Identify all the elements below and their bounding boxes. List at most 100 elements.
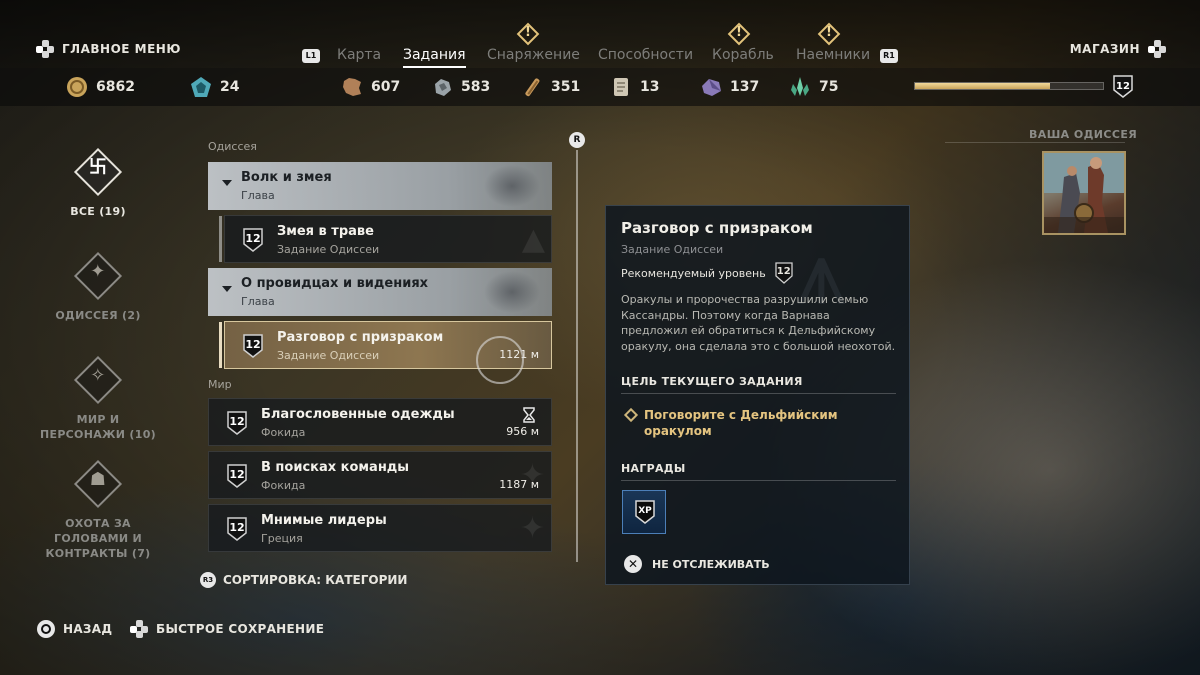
l1-bumper-icon[interactable]: L1 — [302, 49, 320, 63]
all-quests-emblem-icon: 卐 — [73, 147, 123, 197]
category-bounties[interactable]: ☗ ОХОТА ЗА ГОЛОВАМИ И КОНТРАКТЫ (7) — [40, 459, 156, 561]
quest-title: Мнимые лидеры — [261, 513, 387, 528]
chapter-art — [442, 162, 552, 210]
tab-mercenaries[interactable]: ! Наемники — [796, 22, 870, 63]
category-all-label: ВСЕ (19) — [70, 205, 126, 218]
odyssey-portrait[interactable] — [1042, 151, 1126, 235]
right-stick-icon[interactable]: R — [569, 132, 585, 148]
divider — [621, 480, 896, 481]
recommended-level: Рекомендуемый уровень 12 — [621, 262, 794, 284]
xp-label: XP — [638, 506, 652, 516]
compass-emblem-icon: ✧ — [73, 355, 123, 405]
your-odyssey-label: ВАША ОДИССЕЯ — [1029, 128, 1138, 141]
quest-detail-panel: ⩚ Разговор с призраком Задание Одиссеи Р… — [605, 205, 910, 585]
xp-shield-icon: XP — [634, 499, 656, 525]
tab-gear[interactable]: ! Снаряжение — [487, 22, 580, 63]
bounty-emblem-icon: ☗ — [73, 459, 123, 509]
wood-icon — [525, 78, 540, 97]
cursor-ring-icon — [476, 336, 524, 384]
divider — [621, 393, 896, 394]
level-shield-icon — [227, 411, 247, 435]
resource-obsidian: 137 — [700, 76, 759, 98]
level-shield-icon — [243, 228, 263, 252]
r3-button-icon: R3 — [200, 572, 216, 588]
quest-title: Змея в траве — [277, 224, 374, 239]
quest-title: В поисках команды — [261, 460, 410, 475]
section-label-odyssey: Одиссея — [208, 140, 257, 153]
level-shield-icon — [227, 517, 247, 541]
resource-wood: 351 — [521, 76, 580, 98]
quest-row[interactable]: ▲ 12 Змея в траве Задание Одиссеи — [219, 215, 552, 263]
r1-bumper-icon[interactable]: R1 — [880, 49, 898, 63]
xp-progress-bar — [914, 82, 1104, 90]
chapter-subtitle: Глава — [241, 295, 275, 308]
recommended-level-value: 12 — [776, 266, 791, 277]
divider — [945, 142, 1125, 143]
quest-title: Разговор с призраком — [277, 330, 444, 345]
xp-progress-fill — [915, 83, 1051, 89]
leather-icon — [343, 78, 361, 96]
xp-reward: XP — [622, 490, 666, 534]
resource-leather: 607 — [341, 76, 400, 98]
untrack-button[interactable]: ✕ НЕ ОТСЛЕЖИВАТЬ — [624, 555, 770, 573]
sort-button[interactable]: R3 СОРТИРОВКА: КАТЕГОРИИ — [200, 572, 407, 588]
quest-distance: 956 м — [506, 425, 539, 438]
tab-map[interactable]: Карта — [337, 47, 381, 63]
quest-title: Благословенные одежды — [261, 407, 455, 422]
resource-orichalcum: 24 — [190, 76, 239, 98]
quest-row[interactable]: ✦ 12 Мнимые лидеры Греция — [208, 504, 552, 552]
tab-abilities[interactable]: Способности — [598, 47, 693, 63]
chapter-title: О провидцах и видениях — [241, 276, 429, 291]
alert-icon: ! — [727, 22, 751, 46]
player-level-value: 12 — [1116, 81, 1130, 92]
store-button[interactable]: МАГАЗИН — [1070, 40, 1166, 58]
ancient-tablet-icon — [614, 78, 628, 96]
category-all[interactable]: 卐 ВСЕ (19) — [40, 147, 156, 219]
cross-button-icon: ✕ — [624, 555, 642, 573]
tab-quests[interactable]: Задания — [403, 47, 466, 68]
resource-bar: 6862 24 607 583 351 13 137 75 12 — [0, 68, 1200, 106]
alert-icon: ! — [817, 22, 841, 46]
chapter-row[interactable]: Волк и змея Глава — [208, 162, 552, 210]
level-shield-icon — [243, 334, 263, 358]
category-odyssey-label: ОДИССЕЯ (2) — [55, 309, 141, 322]
detail-title: Разговор с призраком — [621, 219, 813, 237]
orichalcum-icon — [191, 77, 211, 97]
level-shield-icon — [227, 464, 247, 488]
main-menu-button[interactable]: ГЛАВНОЕ МЕНЮ — [36, 40, 181, 58]
category-world[interactable]: ✧ МИР И ПЕРСОНАЖИ (10) — [40, 355, 156, 442]
drachma-coin-icon — [67, 77, 87, 97]
category-odyssey[interactable]: ✦ ОДИССЕЯ (2) — [40, 251, 156, 323]
dpad-icon — [1148, 40, 1166, 58]
chapter-row[interactable]: О провидцах и видениях Глава — [208, 268, 552, 316]
quicksave-button[interactable]: БЫСТРОЕ СОХРАНЕНИЕ — [130, 620, 324, 638]
dpad-icon — [36, 40, 54, 58]
quicksave-label: БЫСТРОЕ СОХРАНЕНИЕ — [156, 622, 325, 636]
back-label: НАЗАД — [63, 622, 113, 636]
category-world-label: МИР И ПЕРСОНАЖИ (10) — [40, 413, 156, 441]
back-button[interactable]: НАЗАД — [37, 620, 112, 638]
alert-icon: ! — [516, 22, 540, 46]
section-label-world: Мир — [208, 378, 232, 391]
resource-drachmae: 6862 — [66, 76, 135, 98]
quest-region: Фокида — [261, 479, 306, 492]
compass-watermark-icon: ✦ — [519, 511, 545, 546]
objective-diamond-icon — [623, 407, 639, 423]
scrollbar[interactable] — [576, 150, 578, 562]
chapter-subtitle: Глава — [241, 189, 275, 202]
chevron-down-icon — [222, 286, 232, 292]
hourglass-icon — [523, 407, 535, 423]
store-label: МАГАЗИН — [1069, 42, 1140, 56]
quest-region: Фокида — [261, 426, 306, 439]
dpad-icon — [130, 620, 148, 638]
quest-row[interactable]: 12 Благословенные одежды Фокида 956 м — [208, 398, 552, 446]
main-menu-label: ГЛАВНОЕ МЕНЮ — [62, 42, 181, 56]
quest-type: Задание Одиссеи — [277, 349, 380, 362]
resource-tablets: 13 — [610, 76, 659, 98]
circle-button-icon — [37, 620, 55, 638]
objective-text: Поговорите с Дельфийским оракулом — [644, 408, 838, 438]
objective-header: ЦЕЛЬ ТЕКУЩЕГО ЗАДАНИЯ — [621, 375, 803, 388]
tab-ship[interactable]: ! Корабль — [712, 22, 774, 63]
quest-row[interactable]: ✦ 12 В поисках команды Фокида 1187 м — [208, 451, 552, 499]
category-bounties-label: ОХОТА ЗА ГОЛОВАМИ И КОНТРАКТЫ (7) — [45, 517, 151, 560]
